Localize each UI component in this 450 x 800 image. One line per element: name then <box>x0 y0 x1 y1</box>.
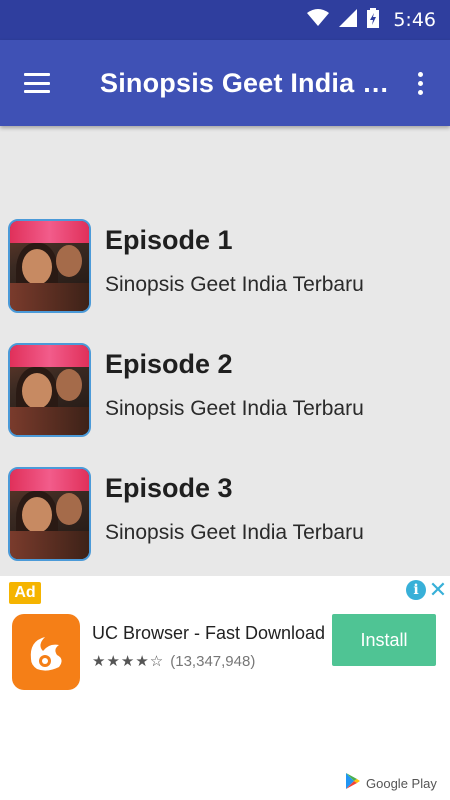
ad-banner[interactable]: Ad i ✕ UC Browser - Fast Download ★★★★☆ … <box>0 576 450 800</box>
review-count: (13,347,948) <box>170 652 256 670</box>
episode-subtitle: Sinopsis Geet India Terbaru <box>105 521 364 544</box>
status-bar: 5:46 <box>0 0 450 40</box>
uc-browser-icon[interactable] <box>12 614 80 690</box>
episode-thumbnail <box>8 343 91 437</box>
more-vert-icon <box>417 71 423 77</box>
episode-item-3[interactable]: Episode 3 Sinopsis Geet India Terbaru <box>0 458 450 582</box>
google-play-badge: Google Play <box>344 772 437 795</box>
rating-stars: ★★★★☆ <box>92 653 165 670</box>
ad-info-icon[interactable]: i <box>406 580 426 600</box>
signal-icon <box>339 8 358 32</box>
battery-icon <box>367 7 380 33</box>
ad-app-name: UC Browser - Fast Download <box>92 623 326 643</box>
status-time: 5:46 <box>393 9 436 31</box>
episode-thumbnail <box>8 467 91 561</box>
google-play-label: Google Play <box>366 776 437 791</box>
app-screen: 5:46 Sinopsis Geet India Terbaru Episode… <box>0 0 450 800</box>
episode-list: Episode 1 Sinopsis Geet India Terbaru Ep… <box>0 210 450 582</box>
episode-subtitle: Sinopsis Geet India Terbaru <box>105 397 364 420</box>
episode-item-1[interactable]: Episode 1 Sinopsis Geet India Terbaru <box>0 210 450 334</box>
install-button[interactable]: Install <box>332 614 436 666</box>
app-title: Sinopsis Geet India Terbaru <box>100 67 390 98</box>
ad-badge: Ad <box>9 582 41 604</box>
episode-title: Episode 3 <box>105 473 233 503</box>
episode-thumbnail <box>8 219 91 313</box>
more-options-button[interactable] <box>390 40 450 126</box>
ad-rating: ★★★★☆ (13,347,948) <box>92 652 256 671</box>
ad-close-icon[interactable]: ✕ <box>428 577 448 602</box>
episode-title: Episode 2 <box>105 349 233 379</box>
episode-item-2[interactable]: Episode 2 Sinopsis Geet India Terbaru <box>0 334 450 458</box>
hamburger-icon <box>24 73 50 93</box>
menu-button[interactable] <box>0 40 74 126</box>
episode-title: Episode 1 <box>105 225 233 255</box>
app-bar: Sinopsis Geet India Terbaru <box>0 40 450 126</box>
google-play-icon <box>344 772 362 795</box>
wifi-icon <box>307 8 330 32</box>
episode-subtitle: Sinopsis Geet India Terbaru <box>105 273 364 296</box>
